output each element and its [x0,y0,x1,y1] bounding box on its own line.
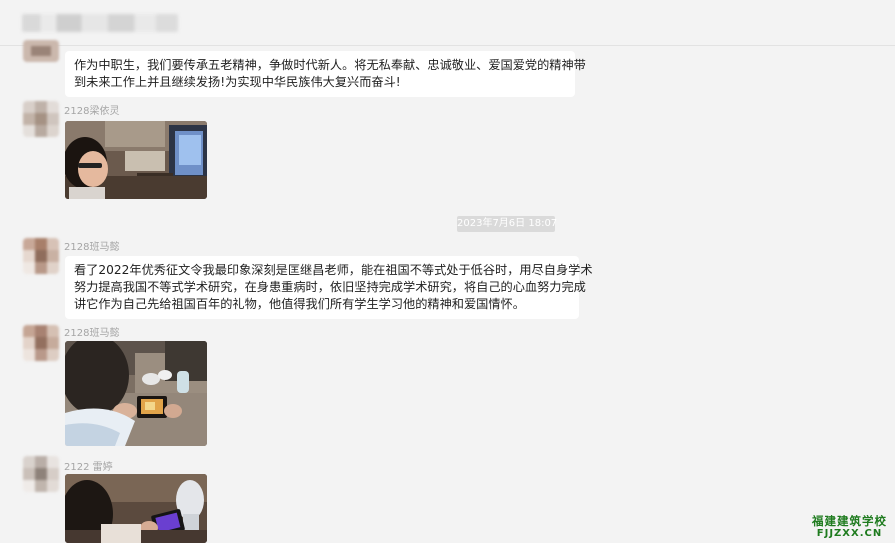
sender-name: 2128梁依灵 [64,106,120,117]
avatar[interactable] [23,40,59,62]
message-text-line: 看了2022年优秀征文令我最印象深刻是匡继昌老师，能在祖国不等式处于低谷时，用尽… [74,263,593,277]
sender-name: 2128班马懿 [64,328,120,339]
message-text-line: 到未来工作上并且继续发扬!为实现中华民族伟大复兴而奋斗! [74,75,401,89]
sender-name: 2122 雷婷 [64,462,113,473]
student-watching-phone-photo[interactable] [65,341,207,446]
watermark-name: 福建建筑学校 [812,514,887,528]
message-text-line: 作为中职生，我们要传承五老精神，争做时代新人。将无私奉献、忠诚敬业、爱国爱党的精… [74,58,586,72]
chat-title[interactable] [22,14,178,32]
message-text-line: 讲它作为自己先给祖国百年的礼物，他值得我们所有学生学习他的精神和爱国情怀。 [74,297,525,311]
avatar[interactable] [23,238,59,274]
avatar[interactable] [23,456,59,492]
school-watermark: 福建建筑学校 FJJZXX.CN [812,514,887,540]
chat-header [0,0,895,46]
avatar[interactable] [23,325,59,361]
watermark-url: FJJZXX.CN [816,528,883,539]
message-bubble[interactable]: 作为中职生，我们要传承五老精神，争做时代新人。将无私奉献、忠诚敬业、爱国爱党的精… [65,51,586,97]
avatar[interactable] [23,101,59,137]
message-text-line: 努力提高我国不等式学术研究，在身患重病时，依旧坚持完成学术研究，将自己的心血努力… [74,280,586,294]
sender-name: 2128班马懿 [64,242,120,253]
chat-window: 作为中职生，我们要传承五老精神，争做时代新人。将无私奉献、忠诚敬业、爱国爱党的精… [0,0,895,543]
timestamp: 2023年7月6日 18:07 [457,216,557,232]
student-at-desk-photo[interactable] [65,121,207,199]
message-bubble[interactable]: 看了2022年优秀征文令我最印象深刻是匡继昌老师，能在祖国不等式处于低谷时，用尽… [65,256,593,319]
student-holding-phone-photo[interactable] [65,474,207,543]
